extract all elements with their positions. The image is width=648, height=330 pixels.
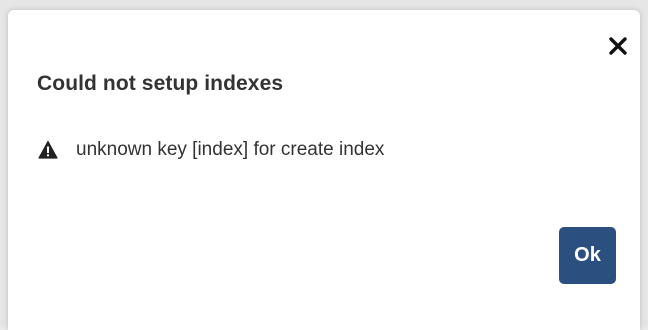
close-button[interactable]	[606, 34, 630, 58]
error-dialog: Could not setup indexes unknown key [ind…	[8, 10, 640, 330]
ok-button[interactable]: Ok	[559, 227, 616, 284]
close-icon	[606, 34, 630, 58]
warning-icon	[38, 140, 58, 160]
message-text: unknown key [index] for create index	[76, 139, 385, 160]
dialog-message: unknown key [index] for create index	[38, 139, 384, 161]
dialog-title: Could not setup indexes	[37, 72, 284, 95]
